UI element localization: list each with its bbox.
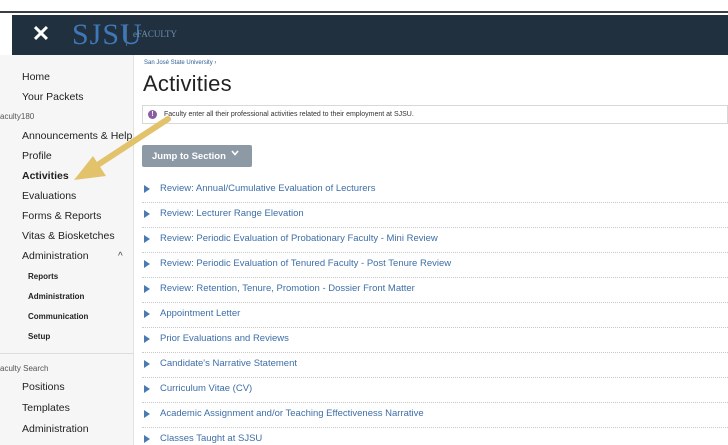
sidebar-item-profile[interactable]: Profile <box>22 150 52 162</box>
section-label: Review: Lecturer Range Elevation <box>160 208 304 219</box>
sidebar-item-evaluations[interactable]: Evaluations <box>22 190 76 202</box>
sidebar-subitem-administration[interactable]: Administration <box>28 292 84 301</box>
info-icon: ! <box>148 110 157 119</box>
close-icon[interactable]: ✕ <box>30 23 52 45</box>
main-content: San José State University › Activities !… <box>134 55 728 445</box>
expand-triangle-icon <box>144 410 150 418</box>
expand-triangle-icon <box>144 435 150 443</box>
window-top-strip <box>0 0 728 13</box>
expand-triangle-icon <box>144 310 150 318</box>
section-annual-evaluation[interactable]: Review: Annual/Cumulative Evaluation of … <box>142 178 728 203</box>
section-label: Academic Assignment and/or Teaching Effe… <box>160 408 424 419</box>
sidebar-item-announcements[interactable]: Announcements & Help <box>22 130 132 142</box>
jump-to-section-label: Jump to Section <box>152 151 226 162</box>
chevron-down-icon <box>231 150 239 156</box>
section-teaching-effectiveness[interactable]: Academic Assignment and/or Teaching Effe… <box>142 403 728 428</box>
logo-divider <box>126 24 127 46</box>
expand-triangle-icon <box>144 360 150 368</box>
section-label: Review: Periodic Evaluation of Probation… <box>160 233 438 244</box>
sidebar-item-positions[interactable]: Positions <box>22 381 65 393</box>
expand-triangle-icon <box>144 285 150 293</box>
section-narrative-statement[interactable]: Candidate's Narrative Statement <box>142 353 728 378</box>
section-post-tenure-review[interactable]: Review: Periodic Evaluation of Tenured F… <box>142 253 728 278</box>
info-text: Faculty enter all their professional act… <box>164 111 414 118</box>
sidebar-subitem-setup[interactable]: Setup <box>28 332 50 341</box>
page-title: Activities <box>143 71 232 96</box>
efaculty-window: ✕ SJSU eFACULTY Home Your Packets aculty… <box>0 0 728 445</box>
sidebar-subitem-communication[interactable]: Communication <box>28 312 88 321</box>
section-curriculum-vitae[interactable]: Curriculum Vitae (CV) <box>142 378 728 403</box>
section-label: Review: Retention, Tenure, Promotion - D… <box>160 283 415 294</box>
sidebar-group-faculty-search: aculty Search <box>0 364 49 373</box>
efaculty-subtitle: eFACULTY <box>133 29 178 39</box>
section-label: Review: Periodic Evaluation of Tenured F… <box>160 258 452 269</box>
sidebar: Home Your Packets aculty180 Announcement… <box>0 55 134 445</box>
jump-to-section-button[interactable]: Jump to Section <box>142 145 252 167</box>
section-label: Classes Taught at SJSU <box>160 433 263 444</box>
expand-triangle-icon <box>144 260 150 268</box>
expand-triangle-icon <box>144 235 150 243</box>
section-probationary-mini-review[interactable]: Review: Periodic Evaluation of Probation… <box>142 228 728 253</box>
info-banner: ! Faculty enter all their professional a… <box>142 105 728 124</box>
section-label: Appointment Letter <box>160 308 241 319</box>
chevron-up-icon[interactable]: ^ <box>118 251 123 262</box>
section-label: Review: Annual/Cumulative Evaluation of … <box>160 183 376 194</box>
app-header: ✕ SJSU eFACULTY <box>12 15 728 55</box>
section-dossier-front-matter[interactable]: Review: Retention, Tenure, Promotion - D… <box>142 278 728 303</box>
section-classes-taught[interactable]: Classes Taught at SJSU <box>142 428 728 445</box>
sidebar-item-vitas[interactable]: Vitas & Biosketches <box>22 230 115 242</box>
sidebar-item-activities[interactable]: Activities <box>22 170 69 182</box>
sidebar-item-search-administration[interactable]: Administration <box>22 423 89 435</box>
sidebar-item-your-packets[interactable]: Your Packets <box>22 91 83 103</box>
sidebar-subitem-reports[interactable]: Reports <box>28 272 58 281</box>
expand-triangle-icon <box>144 385 150 393</box>
sidebar-item-templates[interactable]: Templates <box>22 402 70 414</box>
expand-triangle-icon <box>144 185 150 193</box>
section-prior-evaluations[interactable]: Prior Evaluations and Reviews <box>142 328 728 353</box>
sidebar-group-faculty180: aculty180 <box>0 112 35 121</box>
sidebar-item-home[interactable]: Home <box>22 71 50 83</box>
sidebar-item-administration[interactable]: Administration <box>22 250 89 262</box>
section-label: Candidate's Narrative Statement <box>160 358 297 369</box>
section-label: Curriculum Vitae (CV) <box>160 383 253 394</box>
sidebar-item-forms-reports[interactable]: Forms & Reports <box>22 210 101 222</box>
section-range-elevation[interactable]: Review: Lecturer Range Elevation <box>142 203 728 228</box>
section-label: Prior Evaluations and Reviews <box>160 333 289 344</box>
expand-triangle-icon <box>144 335 150 343</box>
breadcrumb[interactable]: San José State University › <box>144 60 216 66</box>
sidebar-divider <box>0 353 134 354</box>
expand-triangle-icon <box>144 210 150 218</box>
section-appointment-letter[interactable]: Appointment Letter <box>142 303 728 328</box>
